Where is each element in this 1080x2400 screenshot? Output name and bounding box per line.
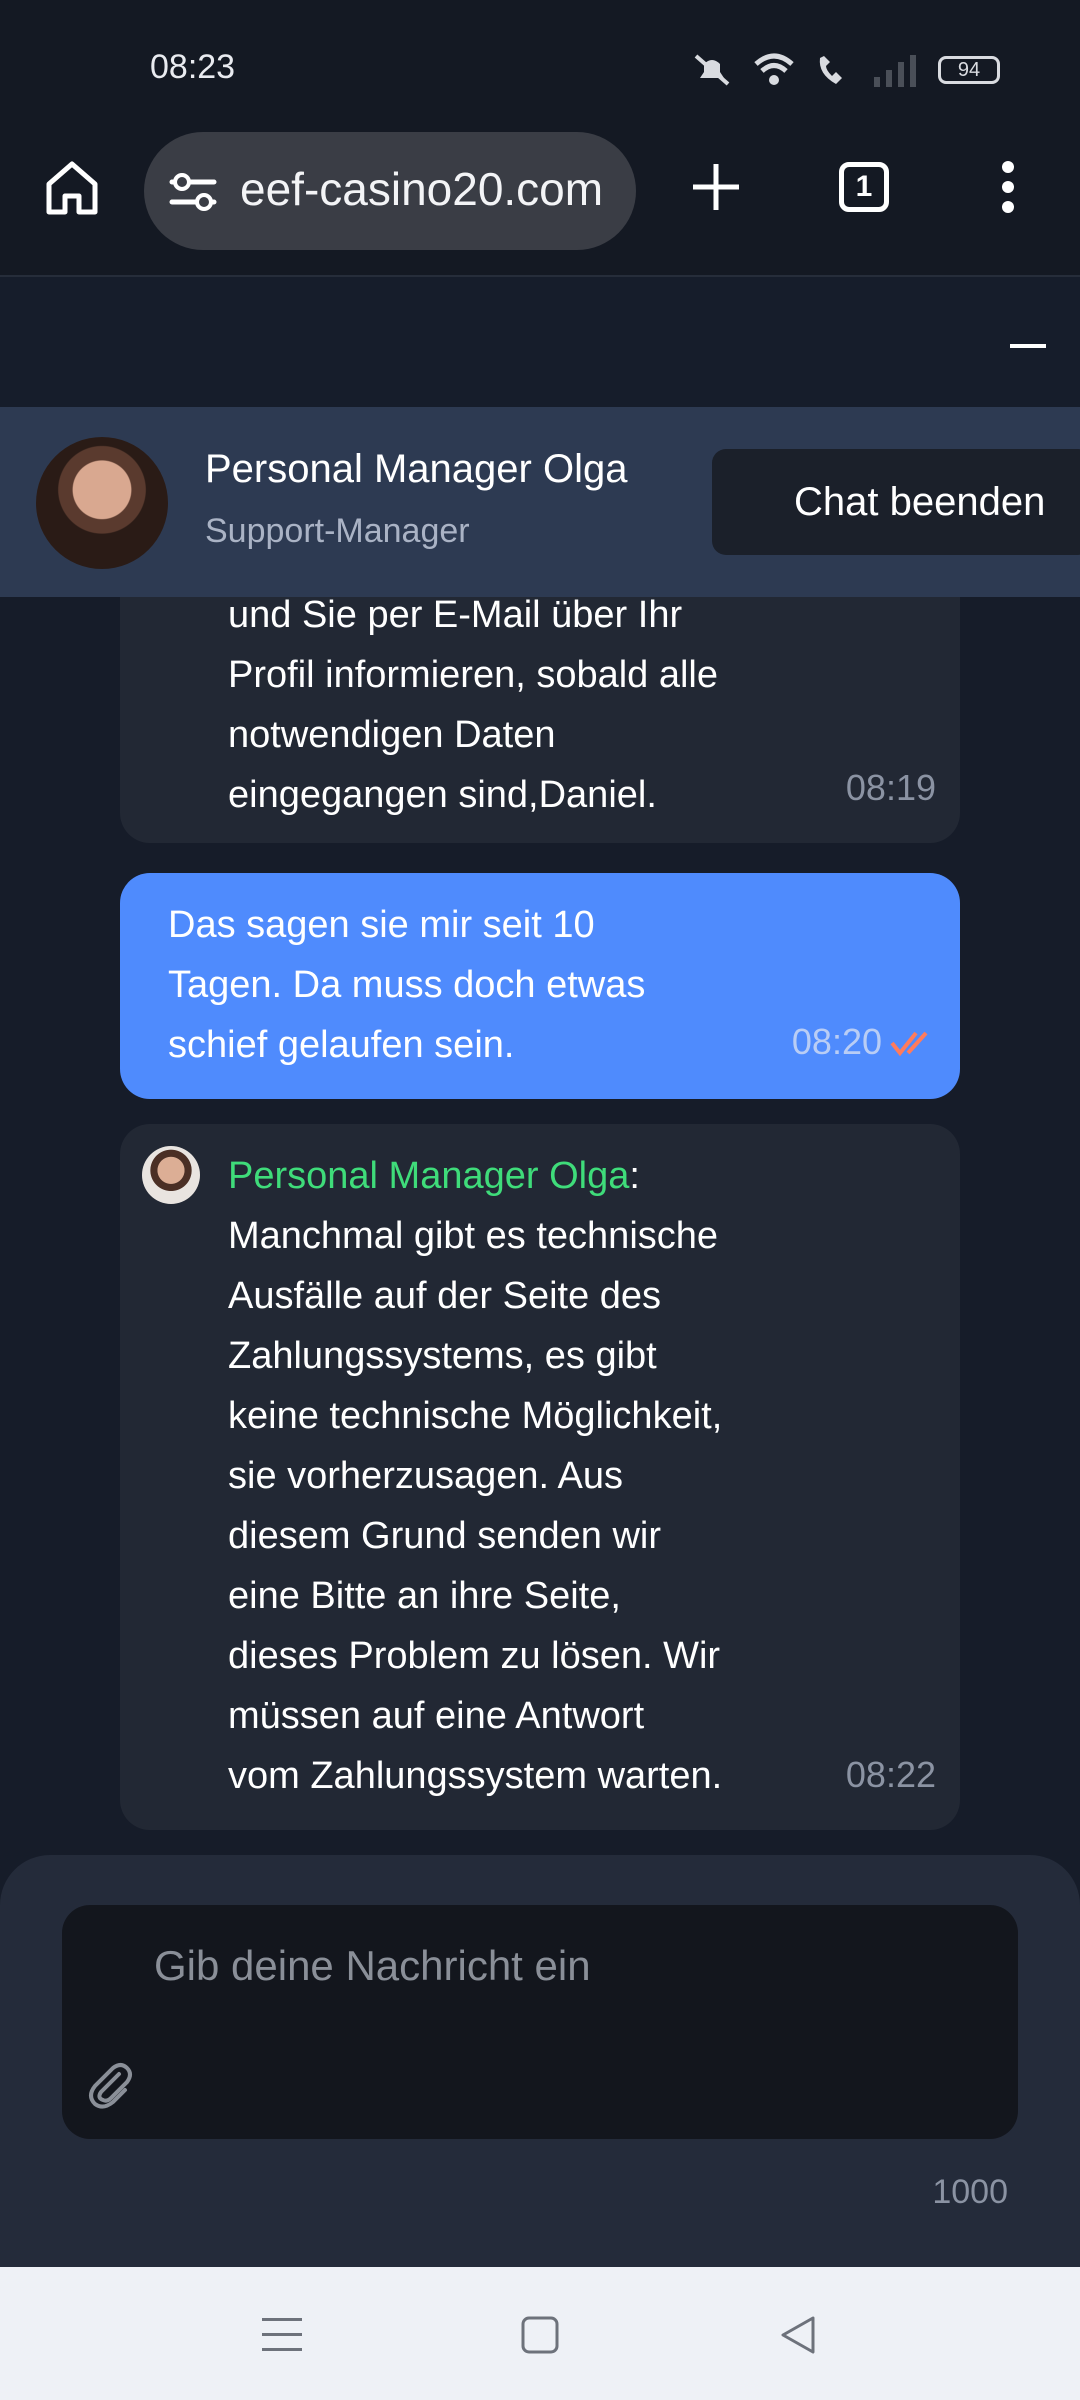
read-receipt-icon bbox=[890, 1031, 928, 1057]
browser-menu-button[interactable] bbox=[976, 155, 1040, 219]
square-icon bbox=[521, 2316, 559, 2354]
char-counter: 1000 bbox=[932, 2173, 1008, 2211]
status-icons: 94 bbox=[690, 52, 1000, 88]
message-text: Das sagen sie mir seit 10 Tagen. Da muss… bbox=[168, 904, 646, 1066]
back-triangle-icon bbox=[781, 2316, 815, 2354]
home-nav-button[interactable] bbox=[516, 2311, 564, 2359]
message-time: 08:22 bbox=[845, 1754, 936, 1795]
incoming-message: und Sie per E-Mail über Ihr Profil infor… bbox=[120, 597, 960, 843]
paperclip-icon bbox=[89, 2063, 132, 2109]
incoming-message: Personal Manager Olga: Manchmal gibt es … bbox=[120, 1124, 960, 1830]
status-time: 08:23 bbox=[150, 48, 236, 86]
site-settings-icon bbox=[169, 173, 217, 211]
manager-name: Personal Manager Olga bbox=[205, 447, 628, 491]
sender-name: Personal Manager Olga bbox=[228, 1155, 630, 1197]
mute-icon bbox=[694, 54, 730, 86]
message-time: 08:20 bbox=[791, 1021, 882, 1062]
plus-icon bbox=[693, 164, 739, 210]
chat-widget-top bbox=[0, 277, 1080, 407]
battery-indicator: 94 bbox=[938, 56, 1000, 84]
chat-header: Personal Manager Olga Support-Manager Ch… bbox=[0, 407, 1080, 597]
message-input[interactable] bbox=[152, 1925, 976, 2007]
manager-role: Support-Manager bbox=[205, 512, 470, 550]
end-chat-button[interactable]: Chat beenden bbox=[712, 449, 1080, 555]
address-bar[interactable]: eef-casino20.com bbox=[144, 132, 636, 250]
message-text: Personal Manager Olga: Manchmal gibt es … bbox=[228, 1155, 723, 1797]
message-text: und Sie per E-Mail über Ihr Profil infor… bbox=[228, 597, 719, 816]
message-time: 08:19 bbox=[845, 767, 936, 808]
message-list[interactable]: und Sie per E-Mail über Ihr Profil infor… bbox=[0, 597, 1080, 1855]
new-tab-button[interactable] bbox=[684, 155, 748, 219]
wifi-icon bbox=[754, 53, 794, 85]
home-icon bbox=[46, 161, 98, 215]
minimize-chat-button[interactable] bbox=[1008, 337, 1048, 357]
status-bar: 08:23 94 bbox=[0, 0, 1080, 130]
system-nav-bar bbox=[0, 2267, 1080, 2400]
message-input-box[interactable] bbox=[62, 1905, 1018, 2139]
message-composer: 1000 bbox=[0, 1855, 1080, 2267]
back-button[interactable] bbox=[774, 2311, 822, 2359]
tab-count: 1 bbox=[839, 162, 889, 212]
minimize-icon bbox=[1010, 344, 1046, 348]
recents-button[interactable] bbox=[258, 2311, 306, 2359]
tab-switcher-button[interactable]: 1 bbox=[832, 155, 896, 219]
outgoing-message: Das sagen sie mir seit 10 Tagen. Da muss… bbox=[120, 873, 960, 1099]
attach-button[interactable] bbox=[82, 2057, 138, 2113]
browser-toolbar: eef-casino20.com 1 bbox=[0, 130, 1080, 277]
signal-icon bbox=[874, 55, 916, 87]
home-button[interactable] bbox=[40, 155, 104, 219]
url-text: eef-casino20.com bbox=[240, 163, 604, 215]
wifi-calling-icon bbox=[819, 56, 842, 84]
more-vertical-icon bbox=[1002, 161, 1014, 213]
menu-icon bbox=[262, 2318, 302, 2351]
sender-avatar bbox=[142, 1146, 200, 1204]
manager-avatar bbox=[36, 437, 168, 569]
